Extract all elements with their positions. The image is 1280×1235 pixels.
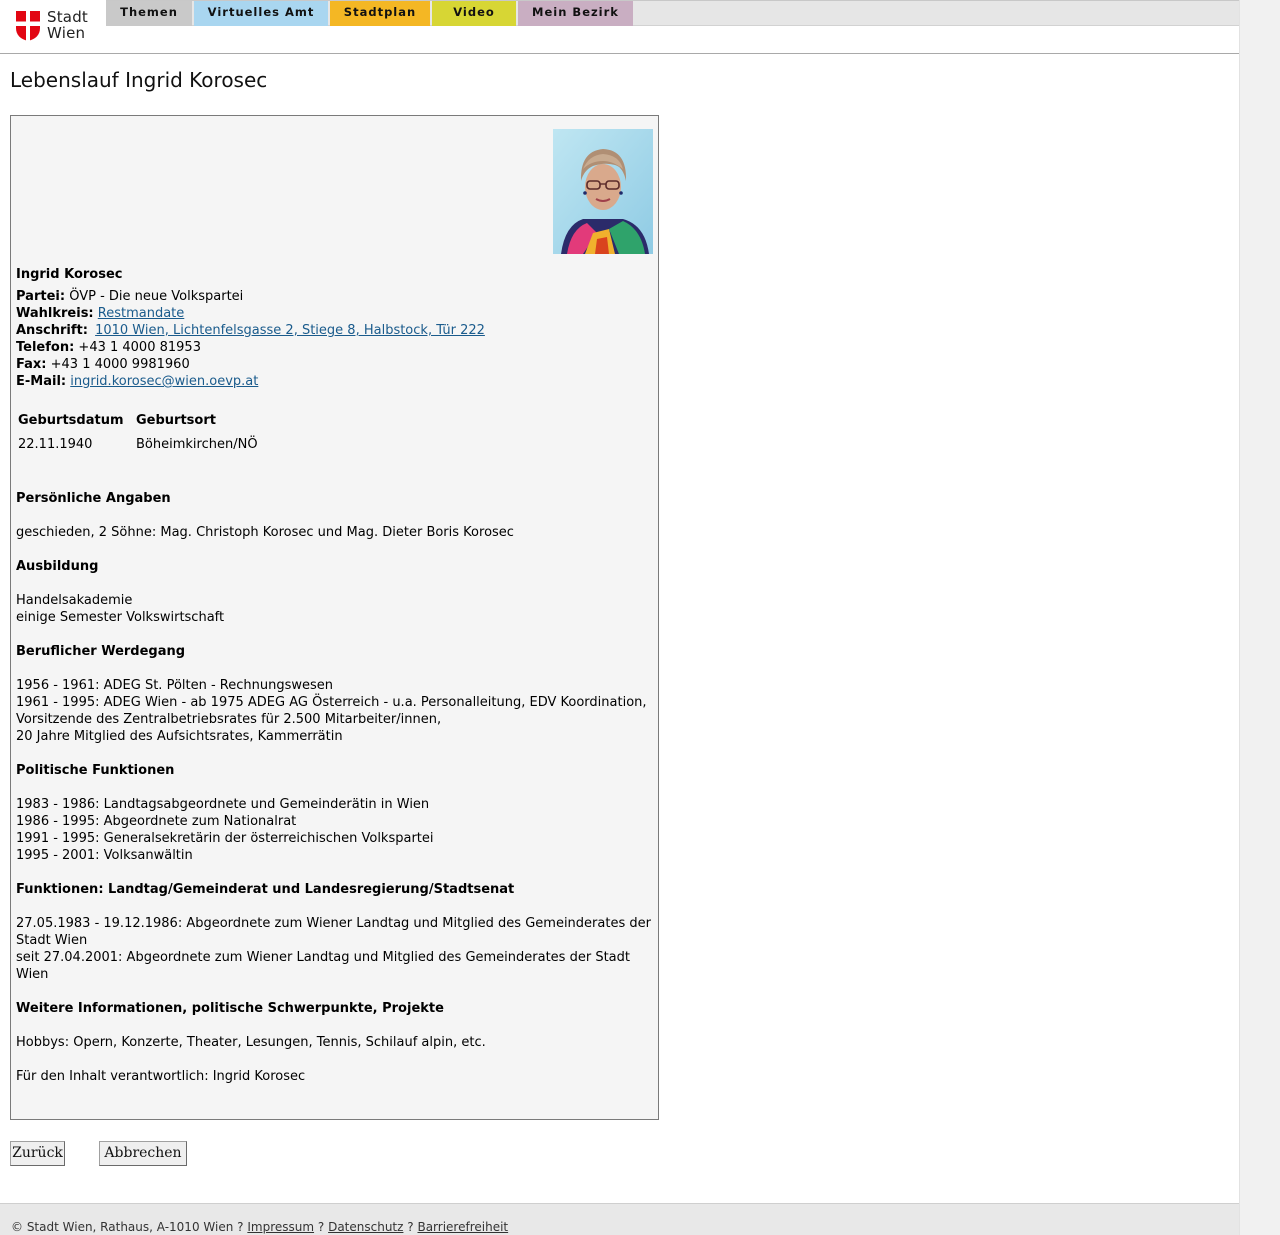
section-text-line: Wien (16, 967, 49, 982)
email-row: E-Mail: ingrid.korosec@wien.oevp.at (16, 373, 258, 390)
logo-word-wien: Wien (47, 24, 86, 42)
section-heading-education: Ausbildung (16, 559, 99, 574)
section-heading-functions: Funktionen: Landtag/Gemeinderat und Land… (16, 882, 515, 897)
logo-wordmark: Stadt Wien (47, 9, 88, 41)
footer-separator: ? (407, 1220, 414, 1234)
partei-row: Partei: ÖVP - Die neue Volkspartei (16, 288, 243, 305)
section-heading-further: Weitere Informationen, politische Schwer… (16, 1001, 444, 1016)
birth-table-header-place: Geburtsort (136, 413, 216, 428)
section-text-line: 1956 - 1961: ADEG St. Pölten - Rechnungs… (16, 678, 334, 693)
page: Stadt Wien Themen Virtuelles Amt Stadtpl… (0, 0, 1239, 1235)
tab-virtuelles-amt[interactable]: Virtuelles Amt (194, 1, 328, 26)
footer-link-impressum[interactable]: Impressum (247, 1220, 314, 1234)
logo-word-stadt: Stadt (47, 8, 88, 26)
footer-link-datenschutz[interactable]: Datenschutz (328, 1220, 403, 1234)
email-label: E-Mail: (16, 374, 67, 389)
tab-video[interactable]: Video (432, 1, 516, 26)
tab-themen[interactable]: Themen (106, 1, 192, 26)
header: Stadt Wien Themen Virtuelles Amt Stadtpl… (0, 0, 1239, 54)
section-text-line: geschieden, 2 Söhne: Mag. Christoph Koro… (16, 525, 514, 540)
profile-name: Ingrid Korosec (16, 267, 123, 282)
portrait-photo (553, 129, 653, 254)
section-text-line: 1995 - 2001: Volksanwältin (16, 848, 193, 863)
footer-link-barrierefreiheit[interactable]: Barrierefreiheit (417, 1220, 508, 1234)
footer: © Stadt Wien, Rathaus, A-1010 Wien ? Imp… (0, 1203, 1239, 1235)
section-text-line: Vorsitzende des Zentralbetriebsrates für… (16, 712, 442, 727)
email-link[interactable]: ingrid.korosec@wien.oevp.at (70, 374, 258, 389)
footer-copyright: © Stadt Wien, Rathaus, A-1010 Wien (11, 1220, 234, 1234)
section-text-line: 1983 - 1986: Landtagsabgeordnete und Gem… (16, 797, 430, 812)
partei-label: Partei: (16, 289, 66, 304)
wahlkreis-link[interactable]: Restmandate (98, 306, 185, 321)
anschrift-link[interactable]: 1010 Wien, Lichtenfelsgasse 2, Stiege 8,… (95, 323, 485, 338)
section-text-line: Hobbys: Opern, Konzerte, Theater, Lesung… (16, 1035, 486, 1050)
tab-mein-bezirk[interactable]: Mein Bezirk (518, 1, 633, 26)
section-text-line: Stadt Wien (16, 933, 88, 948)
stadt-wien-logo[interactable]: Stadt Wien (16, 9, 96, 44)
section-text-line: 27.05.1983 - 19.12.1986: Abgeordnete zum… (16, 916, 651, 931)
section-text-line: 1961 - 1995: ADEG Wien - ab 1975 ADEG AG… (16, 695, 647, 710)
fax-row: Fax: +43 1 4000 9981960 (16, 356, 190, 373)
footer-separator: ? (237, 1220, 244, 1234)
partei-value: ÖVP - Die neue Volkspartei (69, 289, 244, 304)
wahlkreis-label: Wahlkreis: (16, 306, 94, 321)
footer-separator: ? (317, 1220, 325, 1234)
birth-table-header-date: Geburtsdatum (18, 413, 124, 428)
fax-value: +43 1 4000 9981960 (50, 357, 190, 372)
telefon-value: +43 1 4000 81953 (78, 340, 201, 355)
section-text-line: 1986 - 1995: Abgeordnete zum Nationalrat (16, 814, 297, 829)
back-button[interactable]: Zurück (10, 1141, 65, 1166)
section-text-line: Handelsakademie (16, 593, 133, 608)
section-heading-political: Politische Funktionen (16, 763, 175, 778)
tab-stadtplan[interactable]: Stadtplan (330, 1, 430, 26)
vienna-shield-icon (16, 11, 40, 41)
fax-label: Fax: (16, 357, 47, 372)
cancel-button[interactable]: Abbrechen (99, 1141, 187, 1166)
section-text-line: 20 Jahre Mitglied des Aufsichtsrates, Ka… (16, 729, 343, 744)
birth-date-value: 22.11.1940 (18, 437, 93, 452)
wahlkreis-row: Wahlkreis: Restmandate (16, 305, 184, 322)
anschrift-row: Anschrift: 1010 Wien, Lichtenfelsgasse 2… (16, 322, 485, 339)
section-text-line: seit 27.04.2001: Abgeordnete zum Wiener … (16, 950, 630, 965)
responsible-note: Für den Inhalt verantwortlich: Ingrid Ko… (16, 1069, 306, 1084)
profile-box: Ingrid Korosec Partei: ÖVP - Die neue Vo… (10, 115, 659, 1120)
anschrift-label: Anschrift: (16, 323, 88, 338)
birth-place-value: Böheimkirchen/NÖ (136, 437, 258, 452)
footer-text: © Stadt Wien, Rathaus, A-1010 Wien ? Imp… (11, 1220, 508, 1234)
telefon-row: Telefon: +43 1 4000 81953 (16, 339, 201, 356)
section-text-line: 1991 - 1995: Generalsekretärin der öster… (16, 831, 434, 846)
telefon-label: Telefon: (16, 340, 75, 355)
section-heading-career: Beruflicher Werdegang (16, 644, 186, 659)
page-title: Lebenslauf Ingrid Korosec (10, 68, 268, 92)
scrollbar-track[interactable] (1239, 0, 1280, 1235)
section-text-line: einige Semester Volkswirtschaft (16, 610, 225, 625)
section-heading-personal: Persönliche Angaben (16, 491, 171, 506)
